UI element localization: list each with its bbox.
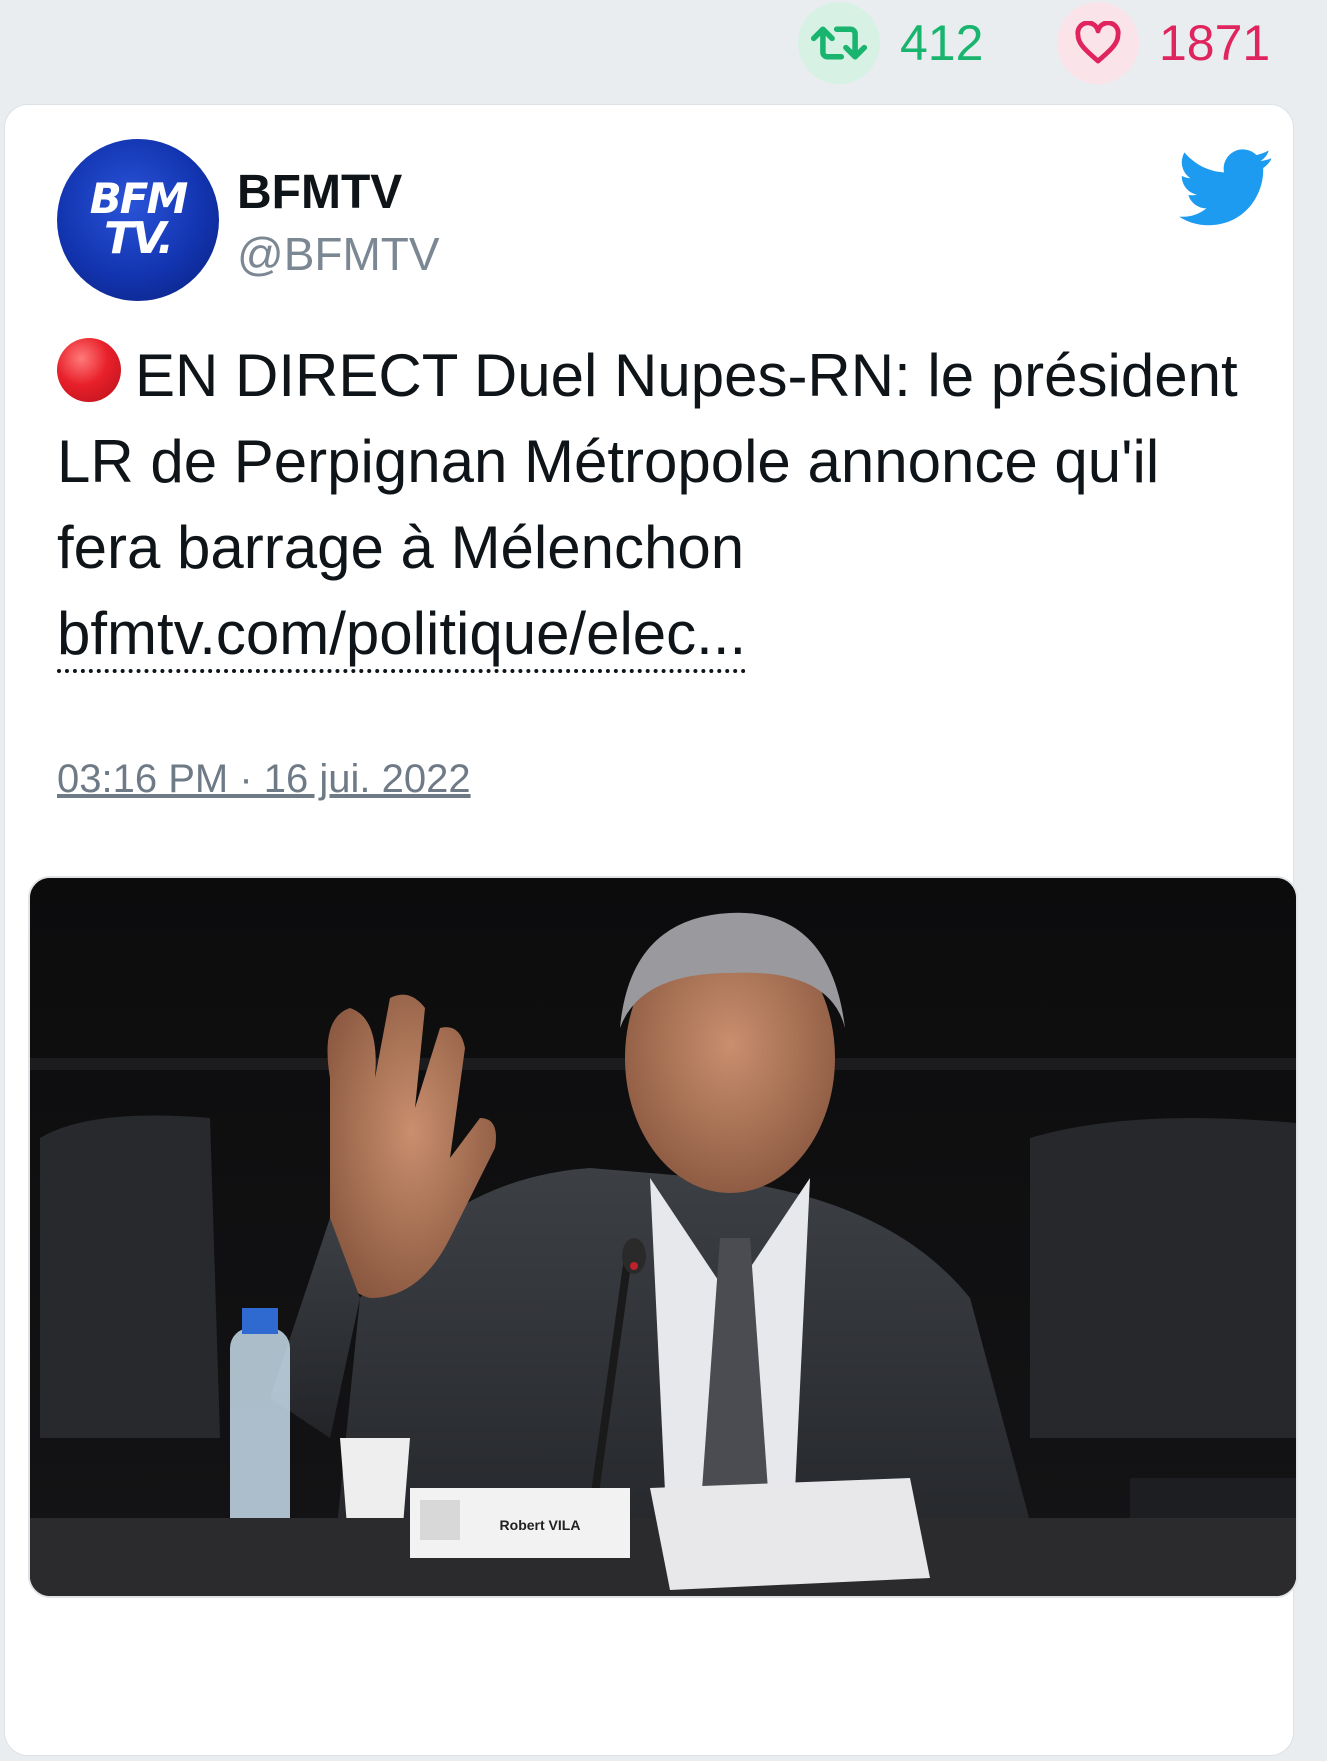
like-stat[interactable]: 1871 — [1057, 0, 1270, 86]
retweet-stat[interactable]: 412 — [798, 0, 983, 86]
tweet-text-block: EN DIRECT Duel Nupes-RN: le président LR… — [57, 333, 1267, 677]
avatar[interactable]: BFM TV. — [57, 139, 219, 301]
tweet-photo[interactable]: Robert VILA — [28, 876, 1298, 1598]
twitter-bird-icon — [1179, 149, 1272, 226]
timestamp[interactable]: 03:16 PM · 16 jui. 2022 — [57, 757, 471, 802]
author-handle[interactable]: @BFMTV — [237, 227, 440, 281]
stats-bar: 412 1871 — [0, 0, 1327, 90]
retweet-count: 412 — [900, 15, 984, 71]
photo-illustration: Robert VILA — [30, 878, 1296, 1596]
author-name[interactable]: BFMTV — [237, 165, 402, 220]
avatar-logo: BFM TV. — [89, 174, 189, 264]
red-circle-icon — [57, 338, 121, 402]
like-count: 1871 — [1159, 15, 1271, 71]
tweet-link[interactable]: bfmtv.com/politique/elec... — [57, 599, 747, 673]
retweet-icon — [798, 2, 880, 84]
tweet-text: EN DIRECT Duel Nupes-RN: le président LR… — [57, 342, 1238, 581]
nameplate-text: Robert VILA — [500, 1517, 581, 1533]
heart-icon — [1057, 2, 1139, 84]
